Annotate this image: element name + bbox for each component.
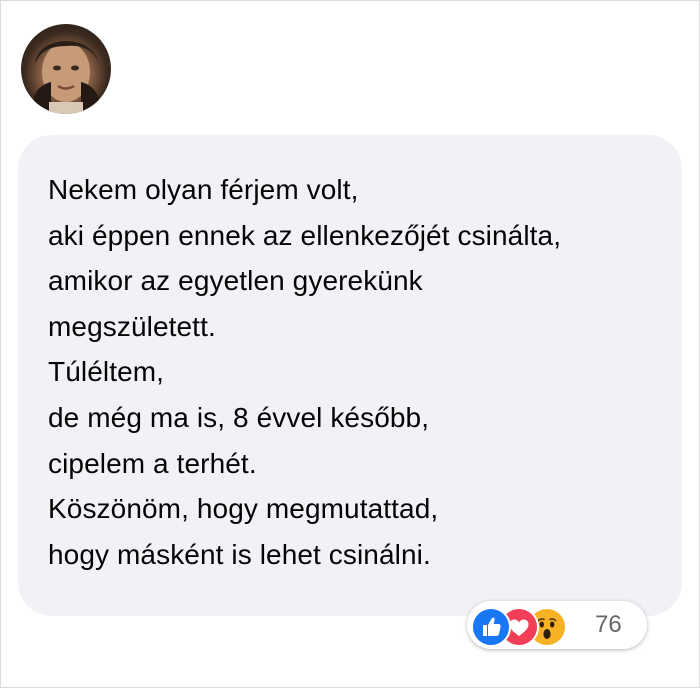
reactions-summary[interactable]: 76 — [467, 601, 647, 649]
comment-line: Nekem olyan férjem volt, — [48, 174, 359, 205]
reaction-count: 76 — [595, 611, 622, 638]
comment-line: hogy másként is lehet csinálni. — [48, 538, 431, 570]
comment-line: Köszönöm, hogy megmutattad, — [48, 493, 439, 525]
comment-line: amikor az egyetlen gyerekünk — [48, 265, 423, 297]
comment-line: megszületett. — [48, 310, 216, 342]
comment-line: Túléltem, — [48, 356, 165, 388]
avatar[interactable] — [21, 24, 111, 114]
comment-line: aki éppen ennek az ellenkezőjét csinálta… — [48, 219, 562, 251]
comment-line: cipelem a terhét. — [48, 447, 257, 479]
comment-text: Nekem olyan férjem volt, aki éppen ennek… — [48, 167, 561, 577]
like-icon — [471, 607, 511, 647]
profile-photo — [31, 41, 101, 114]
comment-line: de még ma is, 8 évvel később, — [48, 401, 430, 433]
comment-card: Nekem olyan férjem volt, aki éppen ennek… — [0, 0, 700, 688]
